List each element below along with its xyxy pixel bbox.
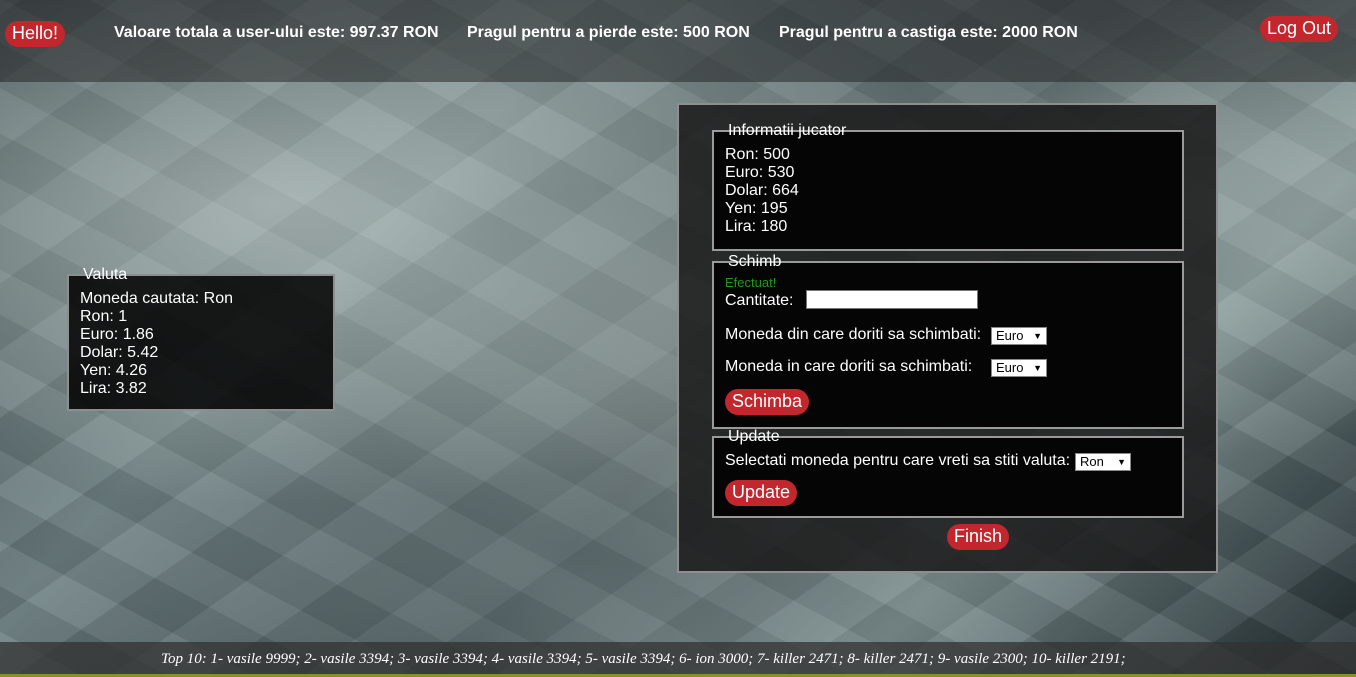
update-select-label: Selectati moneda pentru care vreti sa st… [725,452,1071,469]
valuta-panel: Valuta Moneda cautata: Ron Ron: 1 Euro: … [67,266,335,411]
valuta-euro: Euro: 1.86 [80,326,154,343]
chevron-down-icon: ▼ [1033,331,1042,341]
player-yen: Yen: 195 [725,200,788,217]
to-currency-select[interactable]: Euro ▼ [991,359,1047,377]
footer-bar: Top 10: 1- vasile 9999; 2- vasile 3394; … [0,642,1356,674]
update-legend: Update [728,428,780,445]
game-panel: Informatii jucator Ron: 500 Euro: 530 Do… [677,103,1218,573]
from-currency-value: Euro [996,328,1024,343]
top-bar: Hello! Valoare totala a user-ului este: … [0,0,1356,82]
exchange-legend: Schimb [728,253,782,270]
quantity-label: Cantitate: [725,292,794,309]
player-ron: Ron: 500 [725,146,790,163]
total-value-text: Valoare totala a user-ului este: 997.37 … [114,24,439,41]
valuta-dolar: Dolar: 5.42 [80,344,159,361]
lose-threshold-text: Pragul pentru a pierde este: 500 RON [467,24,750,41]
logout-button[interactable]: Log Out [1260,16,1339,42]
player-dolar: Dolar: 664 [725,182,799,199]
to-currency-label: Moneda in care doriti sa schimbati: [725,358,973,375]
to-currency-value: Euro [996,360,1024,375]
update-button[interactable]: Update [725,480,798,506]
player-lira: Lira: 180 [725,218,788,235]
exchange-status: Efectuat! [725,275,777,290]
from-currency-label: Moneda din care doriti sa schimbati: [725,326,982,343]
exchange-button[interactable]: Schimba [725,389,810,415]
valuta-ron: Ron: 1 [80,308,128,325]
from-currency-select[interactable]: Euro ▼ [991,327,1047,345]
exchange-fieldset: Schimb Efectuat! Cantitate: Moneda din c… [712,253,1184,429]
hello-button[interactable]: Hello! [5,21,66,47]
finish-button[interactable]: Finish [947,524,1010,550]
valuta-yen: Yen: 4.26 [80,362,148,379]
player-info-legend: Informatii jucator [728,122,847,139]
player-info-lines: Ron: 500 Euro: 530 Dolar: 664 Yen: 195 L… [725,146,799,236]
chevron-down-icon: ▼ [1117,457,1126,467]
win-threshold-text: Pragul pentru a castiga este: 2000 RON [779,24,1078,41]
valuta-legend: Valuta [83,266,128,283]
player-euro: Euro: 530 [725,164,795,181]
update-currency-value: Ron [1080,454,1104,469]
quantity-input[interactable] [806,290,978,309]
valuta-searched-currency: Moneda cautata: Ron [80,290,233,307]
valuta-lines: Moneda cautata: Ron Ron: 1 Euro: 1.86 Do… [80,290,233,398]
valuta-lira: Lira: 3.82 [80,380,147,397]
top10-leaderboard: Top 10: 1- vasile 9999; 2- vasile 3394; … [161,651,1126,667]
chevron-down-icon: ▼ [1033,363,1042,373]
update-fieldset: Update Selectati moneda pentru care vret… [712,428,1184,518]
update-currency-select[interactable]: Ron ▼ [1075,453,1131,471]
player-info-fieldset: Informatii jucator Ron: 500 Euro: 530 Do… [712,122,1184,251]
